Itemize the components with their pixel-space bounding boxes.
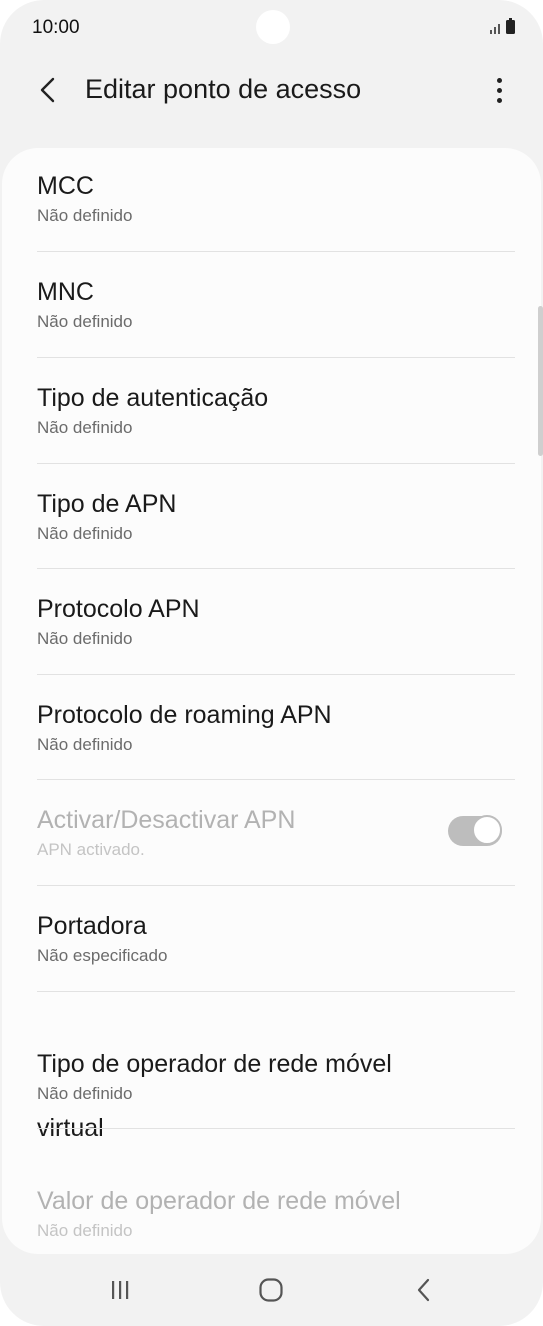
toggle-knob <box>472 815 502 845</box>
setting-row-apn-enable: Activar/Desactivar APN APN activado. <box>2 780 541 885</box>
setting-row-authentication-type[interactable]: Tipo de autenticação Não definido <box>2 358 541 463</box>
back-icon <box>417 1278 430 1302</box>
home-icon <box>259 1278 283 1302</box>
setting-row-mcc[interactable]: MCC Não definido <box>2 148 541 251</box>
status-icons <box>490 18 515 34</box>
battery-icon <box>506 18 515 34</box>
home-button[interactable] <box>249 1268 293 1312</box>
setting-subtitle: Não definido <box>37 312 133 331</box>
setting-subtitle: Não definido <box>37 735 133 754</box>
setting-title: Activar/Desactivar APN <box>37 806 296 834</box>
scrollbar[interactable] <box>538 306 543 456</box>
setting-row-apn-type[interactable]: Tipo de APN Não definido <box>2 464 541 568</box>
setting-title-line-1: Tipo de operador de rede móvel <box>37 1050 392 1078</box>
apn-enable-toggle <box>448 815 502 846</box>
app-bar: Editar ponto de acesso <box>0 58 543 122</box>
setting-row-apn-protocol[interactable]: Protocolo APN Não definido <box>2 569 541 674</box>
setting-title: Tipo de APN <box>37 490 177 518</box>
setting-title: MNC <box>37 278 94 306</box>
setting-subtitle: Não especificado <box>37 946 168 965</box>
more-options-button[interactable] <box>485 72 513 108</box>
setting-row-mvno-type[interactable]: Tipo de operador de rede móvel virtual N… <box>2 992 541 1142</box>
setting-title: Portadora <box>37 912 147 940</box>
status-time: 10:00 <box>32 17 80 38</box>
setting-row-mnc[interactable]: MNC Não definido <box>2 252 541 357</box>
setting-row-mvno-value: Valor de operador de rede móvel virtual … <box>2 1129 541 1254</box>
setting-row-bearer[interactable]: Portadora Não especificado <box>2 886 541 991</box>
back-nav-button[interactable] <box>402 1268 446 1312</box>
setting-title: Tipo de autenticação <box>37 384 269 412</box>
setting-title-line-1: Valor de operador de rede móvel <box>37 1187 401 1215</box>
page-title: Editar ponto de acesso <box>85 74 362 104</box>
settings-list: MCC Não definido MNC Não definido Tipo d… <box>2 148 541 1254</box>
setting-subtitle: Não definido <box>37 418 133 437</box>
signal-icon <box>490 22 500 34</box>
setting-title: MCC <box>37 172 94 200</box>
setting-subtitle: Não definido <box>37 1221 133 1240</box>
back-button[interactable] <box>28 70 68 110</box>
setting-subtitle: Não definido <box>37 206 133 225</box>
camera-cutout <box>256 10 290 44</box>
navigation-bar <box>0 1254 543 1326</box>
setting-subtitle: Não definido <box>37 524 133 543</box>
more-vertical-icon <box>496 77 502 83</box>
setting-subtitle: Não definido <box>37 629 133 648</box>
chevron-left-icon <box>40 77 55 103</box>
setting-subtitle: Não definido <box>37 1084 133 1103</box>
setting-row-apn-roaming-protocol[interactable]: Protocolo de roaming APN Não definido <box>2 675 541 779</box>
setting-title: Protocolo APN <box>37 595 200 623</box>
recent-apps-icon <box>112 1281 129 1299</box>
recent-apps-button[interactable] <box>98 1268 142 1312</box>
setting-title: Tipo de operador de rede móvel virtual <box>37 1016 392 1144</box>
phone-screen: 10:00 Editar ponto de acesso MCC Não def… <box>0 0 543 1326</box>
setting-subtitle: APN activado. <box>37 840 145 859</box>
setting-title: Protocolo de roaming APN <box>37 701 332 729</box>
status-bar: 10:00 <box>0 0 543 58</box>
